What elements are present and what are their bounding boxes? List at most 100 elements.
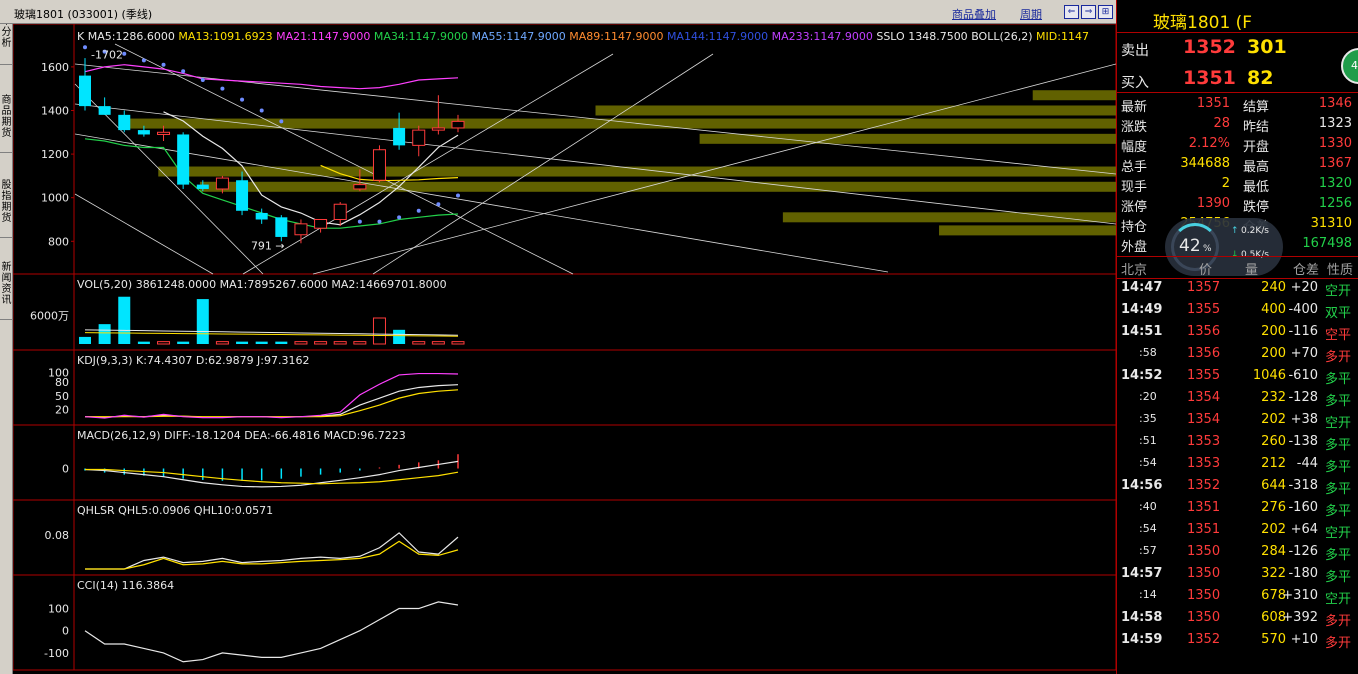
gauge-percent-unit: % [1203, 244, 1212, 254]
y-tick-label: 6000万 [30, 310, 69, 323]
download-arrow-icon: ↓ [1231, 250, 1239, 260]
zoom-in-button[interactable]: ⊞ [1098, 5, 1113, 19]
stat-label: 现手 [1121, 180, 1148, 195]
stat-label: 跌停 [1243, 200, 1270, 215]
tick-time: :54 [1139, 522, 1157, 535]
tick-volume: 200 [1261, 346, 1286, 361]
tick-nature: 多平 [1325, 570, 1352, 585]
chart-title: 玻璃1801 (033001) (季线) [14, 8, 153, 21]
upload-arrow-icon: ↑ [1231, 226, 1239, 236]
tick-oi-change: +20 [1290, 280, 1318, 295]
ma-legend-item: MA13:1091.6923 [178, 30, 276, 43]
pane-frame-5 [13, 574, 1116, 671]
tick-price: 1351 [1187, 522, 1221, 537]
y-tick-label: 80 [55, 376, 69, 389]
volume-profile-bar [595, 105, 1116, 116]
ma-legend-item: MA55:1147.9000 [472, 30, 570, 43]
tick-volume: 200 [1261, 324, 1286, 339]
high-marker: -1702 [91, 49, 123, 62]
y-tick-label: 1400 [41, 104, 69, 117]
tab-commodity-futures[interactable]: 商品期货 [0, 95, 13, 153]
tick-nature: 多平 [1325, 372, 1352, 387]
tick-nature: 多开 [1325, 614, 1352, 629]
tick-volume: 644 [1261, 478, 1286, 493]
ma-legend-item: MA144:1147.9000 [667, 30, 772, 43]
tick-nature: 多平 [1325, 482, 1352, 497]
sar-dot [416, 208, 421, 213]
tick-volume: 322 [1261, 566, 1286, 581]
tick-price: 1350 [1187, 610, 1221, 625]
ticks-divider [1117, 256, 1358, 257]
overlay-button[interactable]: 商品叠加 [952, 6, 996, 22]
tick-time: 14:47 [1121, 280, 1163, 295]
tick-oi-change: -318 [1288, 478, 1318, 493]
tick-header: 仓差 [1293, 263, 1320, 278]
tick-time: 14:49 [1121, 302, 1163, 317]
stat-value: 167498 [1302, 236, 1352, 251]
tick-oi-change: +70 [1290, 346, 1318, 361]
volume-bar [196, 299, 209, 344]
stat-value: 1390 [1196, 196, 1230, 211]
volume-bar [275, 341, 288, 344]
candle-body [215, 177, 229, 190]
y-tick-label: 0 [62, 463, 69, 476]
tick-oi-change: +10 [1290, 632, 1318, 647]
tick-oi-change: -160 [1288, 500, 1318, 515]
chart-area[interactable]: 1600140012001000800-1702791 →K MA5:1286.… [13, 24, 1116, 674]
tick-price: 1356 [1187, 346, 1221, 361]
volume-bar [431, 341, 445, 345]
tick-nature: 多平 [1325, 504, 1352, 519]
stat-label: 总手 [1121, 160, 1148, 175]
tick-oi-change: -610 [1288, 368, 1318, 383]
y-tick-label: 0 [62, 625, 69, 638]
volume-bar [353, 341, 367, 345]
tick-nature: 多开 [1325, 636, 1352, 651]
tick-nature: 空开 [1325, 526, 1352, 541]
sar-dot [161, 62, 166, 67]
candle-body [333, 203, 347, 220]
buy-price: 1351 [1183, 67, 1236, 89]
candle-body [137, 130, 150, 135]
tick-nature: 多平 [1325, 548, 1352, 563]
tick-volume: 232 [1261, 390, 1286, 405]
stat-value: 1330 [1318, 136, 1352, 151]
ma-legend-item: MID:1147 [1036, 30, 1089, 43]
scroll-right-button[interactable]: ⇒ [1081, 5, 1096, 19]
tick-header: 量 [1245, 263, 1259, 278]
candle-body [372, 149, 386, 181]
tick-volume: 284 [1261, 544, 1286, 559]
tick-price: 1352 [1187, 632, 1221, 647]
stat-value: 2.12% [1188, 136, 1230, 151]
tab-news[interactable]: 新闻资讯 [0, 262, 13, 320]
stat-label: 最新 [1121, 100, 1148, 115]
tick-nature: 多平 [1325, 394, 1352, 409]
buy-volume: 82 [1247, 67, 1274, 89]
tick-volume: 260 [1261, 434, 1286, 449]
y-tick-label: 0.08 [45, 529, 70, 542]
tick-time: :20 [1139, 390, 1157, 403]
tick-nature: 空开 [1325, 416, 1352, 431]
ma-legend-item: SSLO 1348.7500 [876, 30, 971, 43]
tick-oi-change: -116 [1288, 324, 1318, 339]
sar-dot [220, 86, 225, 91]
tick-oi-change: -126 [1288, 544, 1318, 559]
tick-volume: 1046 [1252, 368, 1286, 383]
candle-body [196, 184, 209, 189]
tick-price: 1357 [1187, 280, 1221, 295]
tick-price: 1351 [1187, 500, 1221, 515]
indicator-label-1: VOL(5,20) 3861248.0000 MA1:7895267.6000 … [77, 278, 447, 291]
tick-price: 1350 [1187, 566, 1221, 581]
upload-rate: 0.2K/s [1241, 226, 1269, 236]
tick-header: 北京 [1121, 263, 1148, 278]
stat-value: 344688 [1180, 156, 1230, 171]
tick-time: :40 [1139, 500, 1157, 513]
scroll-left-button[interactable]: ⇐ [1064, 5, 1079, 19]
tick-oi-change: -128 [1288, 390, 1318, 405]
volume-bar [314, 341, 328, 345]
tab-index-futures[interactable]: 股指期货 [0, 180, 13, 238]
stat-value: 1367 [1318, 156, 1352, 171]
stat-label: 最高 [1243, 160, 1270, 175]
period-button[interactable]: 周期 [1020, 6, 1042, 22]
stat-value: 28 [1213, 116, 1230, 131]
tick-price: 1353 [1187, 434, 1221, 449]
